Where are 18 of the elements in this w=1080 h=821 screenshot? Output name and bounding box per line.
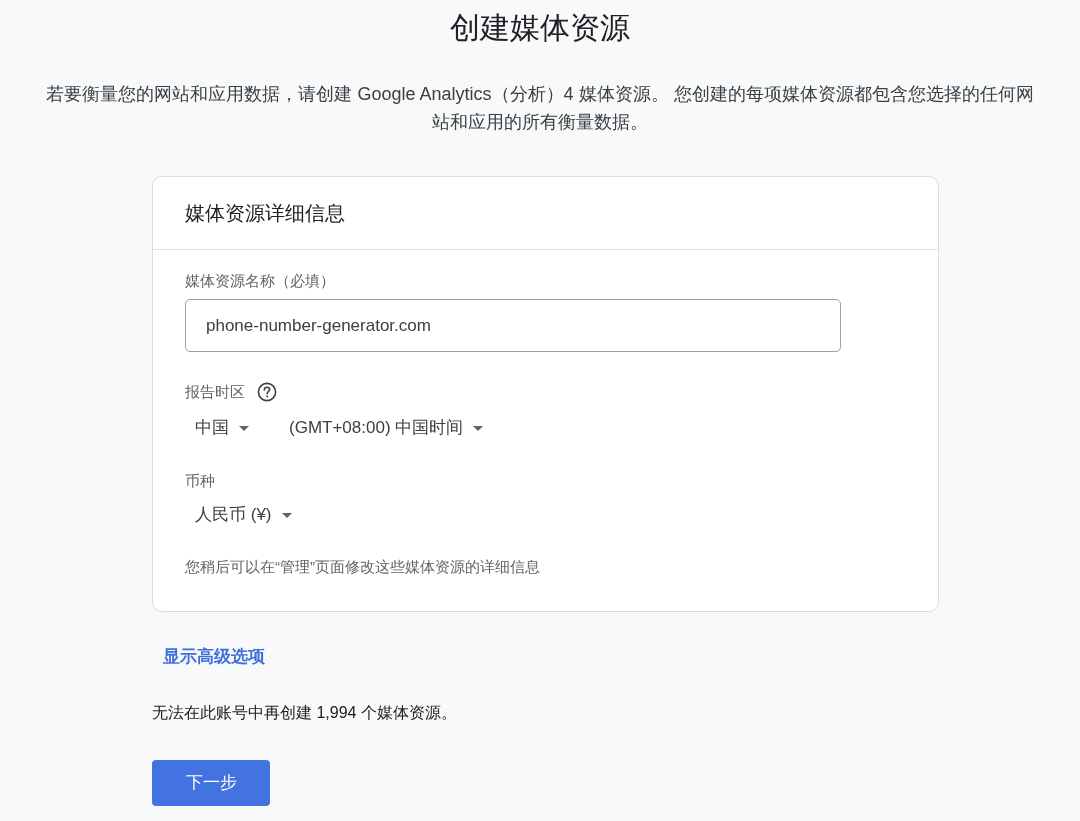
field-label: 币种 <box>185 471 215 491</box>
caret-icon <box>239 425 249 431</box>
show-advanced-options-link[interactable]: 显示高级选项 <box>163 645 265 669</box>
caret-icon <box>473 425 484 431</box>
country-dropdown[interactable]: 中国 <box>195 416 249 440</box>
currency-dropdown[interactable]: 人民币 (¥) <box>195 503 292 527</box>
quota-note: 无法在此账号中再创建 1,994 个媒体资源。 <box>152 703 457 723</box>
card-title: 媒体资源详细信息 <box>185 201 345 226</box>
property-name-input[interactable]: phone-number-generator.com <box>185 299 841 352</box>
edit-later-note: 您稍后可以在“管理”页面修改这些媒体资源的详细信息 <box>185 557 540 577</box>
field-label: 媒体资源名称（必填） <box>185 271 335 291</box>
caret-icon <box>281 512 292 518</box>
next-button[interactable]: 下一步 <box>152 760 270 806</box>
page-title: 创建媒体资源 <box>450 10 630 46</box>
page-description: 若要衡量您的网站和应用数据，请创建 Google Analytics（分析）4 媒体资源。 您创建的每项媒体资源都包含您选择的任何网站和应用的所有衡量数据。 <box>45 83 1035 134</box>
time-zone-dropdown[interactable]: (GMT+08:00) 中国时间 <box>289 416 484 440</box>
help-icon[interactable] <box>257 382 277 402</box>
field-label: 报告时区 <box>185 382 245 402</box>
